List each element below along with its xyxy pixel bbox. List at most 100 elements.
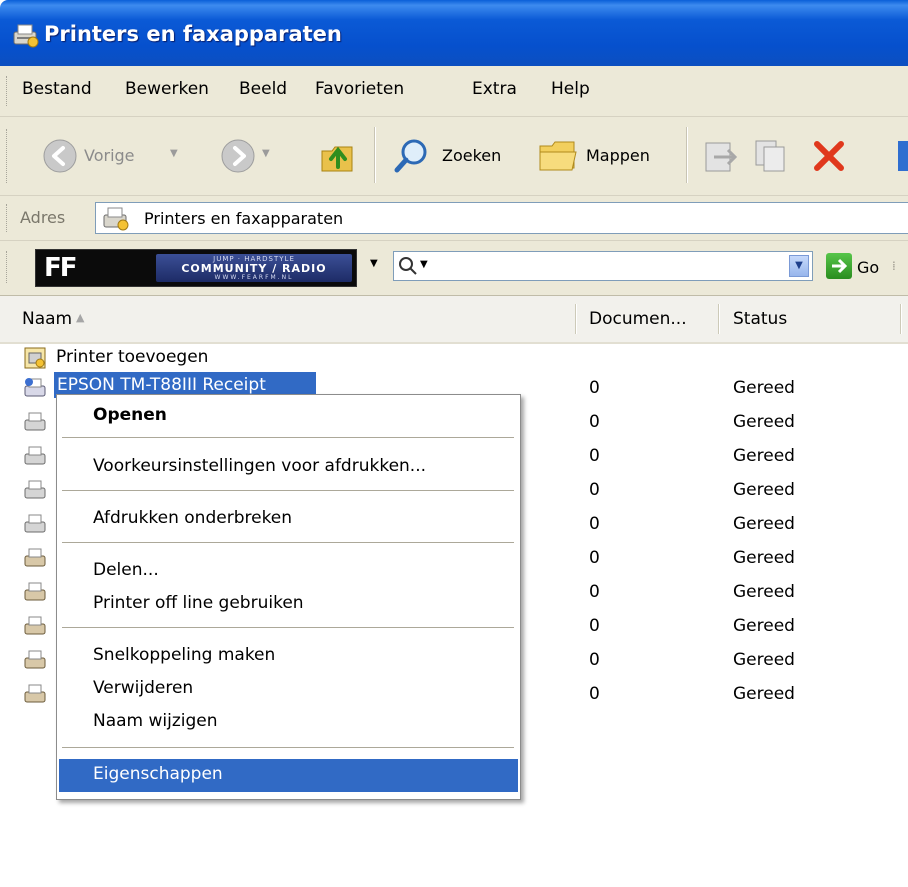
menu-separator xyxy=(62,542,514,543)
standard-toolbar: Vorige ▼ ▼ Zoeken Mappen xyxy=(0,117,908,196)
folders-icon xyxy=(539,141,577,171)
address-value: Printers en faxapparaten xyxy=(144,209,344,228)
context-menu-label: Snelkoppeling maken xyxy=(93,645,276,665)
list-item-status: Gereed xyxy=(733,548,795,568)
printer-icon xyxy=(24,650,46,669)
menu-bewerken[interactable]: Bewerken xyxy=(125,79,209,99)
context-menu-use-offline[interactable]: Printer off line gebruiken xyxy=(59,588,518,621)
forward-dropdown-arrow-icon[interactable]: ▼ xyxy=(262,148,270,159)
menu-bar: Bestand Bewerken Beeld Favorieten Extra … xyxy=(0,66,908,117)
context-menu-create-shortcut[interactable]: Snelkoppeling maken xyxy=(59,640,518,673)
context-menu-rename[interactable]: Naam wijzigen xyxy=(59,706,518,739)
toolbar-search-input[interactable]: ▼ ▼ xyxy=(393,251,813,281)
list-item-documents: 0 xyxy=(589,378,600,398)
list-item-documents: 0 xyxy=(589,616,600,636)
back-button[interactable]: Vorige ▼ xyxy=(20,132,220,178)
context-menu-pause-printing[interactable]: Afdrukken onderbreken xyxy=(59,503,518,536)
menu-favorieten[interactable]: Favorieten xyxy=(315,79,404,99)
list-item-add-printer[interactable]: Printer toevoegen xyxy=(0,342,908,375)
radio-logo[interactable]: FF JUMP · HARDSTYLE COMMUNITY / RADIO WW… xyxy=(35,249,357,287)
copy-to-icon[interactable] xyxy=(752,137,792,175)
forward-button[interactable]: ▼ xyxy=(216,132,276,178)
menu-beeld[interactable]: Beeld xyxy=(239,79,287,99)
context-menu-label: Naam wijzigen xyxy=(93,711,218,731)
printer-icon xyxy=(24,616,46,635)
context-menu-delete[interactable]: Verwijderen xyxy=(59,673,518,706)
printer-icon xyxy=(24,412,46,431)
list-item-status: Gereed xyxy=(733,446,795,466)
list-headers: Naam ▲ Documen... Status xyxy=(0,296,908,344)
title-bar: Printers en faxapparaten xyxy=(0,0,908,66)
folders-button[interactable]: Mappen xyxy=(530,132,670,178)
column-divider[interactable] xyxy=(900,304,902,334)
context-menu-label: Afdrukken onderbreken xyxy=(93,508,293,528)
list-item-status: Gereed xyxy=(733,650,795,670)
printer-icon xyxy=(24,548,46,567)
context-menu-open[interactable]: Openen xyxy=(59,400,518,433)
menu-help[interactable]: Help xyxy=(551,79,590,99)
context-menu-print-preferences[interactable]: Voorkeursinstellingen voor afdrukken... xyxy=(59,451,518,484)
context-menu-properties[interactable]: Eigenschappen xyxy=(59,759,518,792)
chevron-icon[interactable]: ⁞ xyxy=(892,259,896,273)
move-to-icon[interactable] xyxy=(700,137,740,175)
menu-separator xyxy=(62,490,514,491)
list-item-status: Gereed xyxy=(733,616,795,636)
toolbar-grip[interactable] xyxy=(6,129,10,183)
go-icon[interactable] xyxy=(826,253,852,279)
back-label: Vorige xyxy=(84,146,135,165)
list-item-documents: 0 xyxy=(589,480,600,500)
back-icon xyxy=(43,139,77,173)
context-menu-label: Voorkeursinstellingen voor afdrukken... xyxy=(93,456,427,476)
toolbar-separator xyxy=(374,127,376,183)
menu-bestand[interactable]: Bestand xyxy=(22,79,92,99)
forward-icon xyxy=(221,139,255,173)
printers-folder-icon xyxy=(13,24,39,48)
delete-icon[interactable] xyxy=(810,137,848,175)
column-header-name[interactable]: Naam xyxy=(22,309,72,329)
menu-separator xyxy=(62,437,514,438)
context-menu-share[interactable]: Delen... xyxy=(59,555,518,588)
up-folder-icon[interactable] xyxy=(318,137,358,175)
logo-line3: WWW.FEARFM.NL xyxy=(214,274,294,281)
column-header-status[interactable]: Status xyxy=(733,309,787,329)
context-menu-label: Eigenschappen xyxy=(93,764,223,784)
sort-ascending-icon: ▲ xyxy=(76,311,85,324)
column-header-documents[interactable]: Documen... xyxy=(589,309,687,329)
printer-icon xyxy=(24,582,46,601)
search-history-dropdown-icon[interactable]: ▼ xyxy=(789,255,809,277)
list-item-status: Gereed xyxy=(733,412,795,432)
views-icon[interactable] xyxy=(898,141,908,171)
context-menu-label: Printer off line gebruiken xyxy=(93,593,304,613)
list-item-status: Gereed xyxy=(733,514,795,534)
context-menu-label: Openen xyxy=(93,405,167,425)
search-engine-arrow-icon[interactable]: ▼ xyxy=(420,259,428,270)
printer-icon xyxy=(24,378,46,397)
search-label: Zoeken xyxy=(442,146,502,165)
menu-separator xyxy=(62,627,514,628)
window-title: Printers en faxapparaten xyxy=(44,22,342,46)
menu-extra[interactable]: Extra xyxy=(472,79,517,99)
logo-mark: FF xyxy=(44,253,78,283)
add-printer-icon xyxy=(24,347,46,369)
list-item-status: Gereed xyxy=(733,582,795,602)
toolbar-separator xyxy=(686,127,688,183)
addressbar-grip[interactable] xyxy=(6,204,10,232)
context-menu-label: Verwijderen xyxy=(93,678,194,698)
list-item-documents: 0 xyxy=(589,446,600,466)
linksbar-grip[interactable] xyxy=(6,251,10,283)
address-input[interactable]: Printers en faxapparaten xyxy=(95,202,908,234)
logo-dropdown-arrow-icon[interactable]: ▼ xyxy=(370,258,378,269)
printer-icon xyxy=(24,446,46,465)
printers-folder-icon xyxy=(103,207,129,231)
address-bar: Adres Printers en faxapparaten xyxy=(0,196,908,241)
column-divider[interactable] xyxy=(718,304,720,334)
column-divider[interactable] xyxy=(575,304,577,334)
menubar-grip[interactable] xyxy=(6,76,10,106)
list-item-status: Gereed xyxy=(733,480,795,500)
links-toolbar: FF JUMP · HARDSTYLE COMMUNITY / RADIO WW… xyxy=(0,241,908,296)
list-item-documents: 0 xyxy=(589,650,600,670)
go-button-label[interactable]: Go xyxy=(857,258,879,277)
search-button[interactable]: Zoeken xyxy=(386,132,518,178)
back-dropdown-arrow-icon[interactable]: ▼ xyxy=(170,148,178,159)
selected-printer-name: EPSON TM-T88III Receipt xyxy=(57,375,266,395)
